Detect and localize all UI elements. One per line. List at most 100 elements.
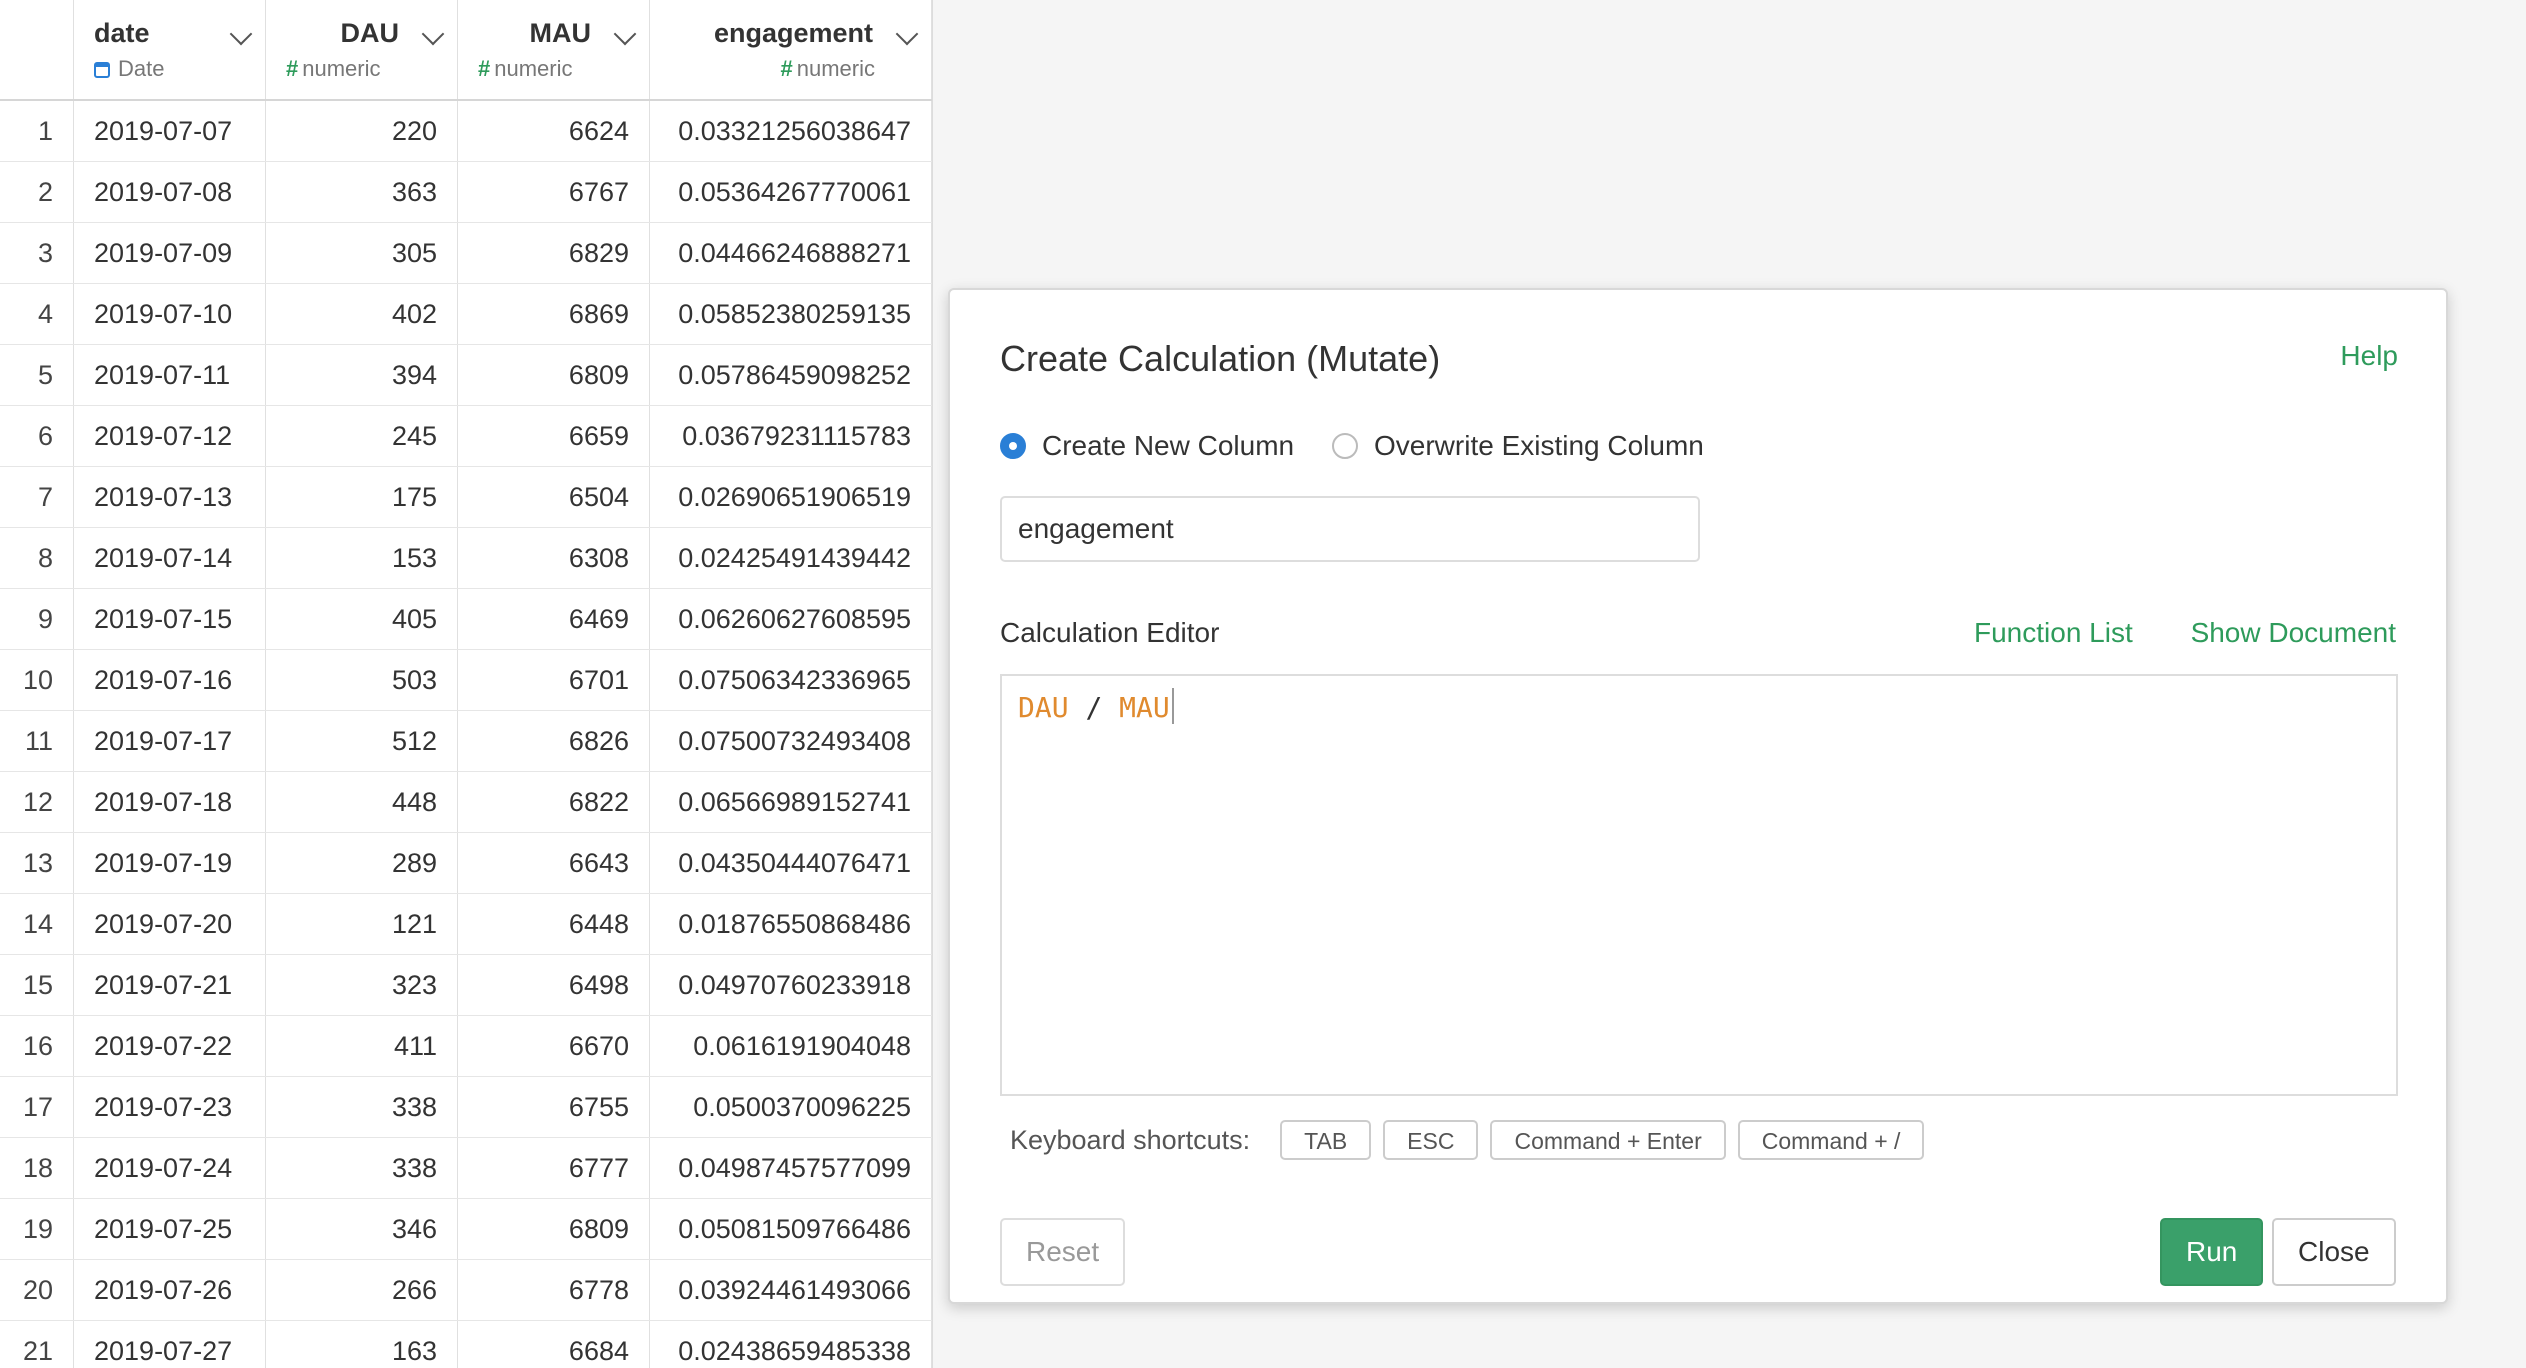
table-row[interactable]: 14 2019-07-20 121 6448 0.01876550868486 <box>0 894 932 955</box>
help-link[interactable]: Help <box>2340 340 2398 372</box>
mau-cell: 6448 <box>458 894 650 954</box>
table-row[interactable]: 9 2019-07-15 405 6469 0.06260627608595 <box>0 589 932 650</box>
table-row[interactable]: 1 2019-07-07 220 6624 0.03321256038647 <box>0 101 932 162</box>
dau-cell: 289 <box>266 833 458 893</box>
dau-cell: 163 <box>266 1321 458 1368</box>
engagement-cell: 0.04466246888271 <box>650 223 932 283</box>
calculation-editor-label: Calculation Editor <box>1000 617 1220 648</box>
dau-cell: 448 <box>266 772 458 832</box>
row-number: 9 <box>0 589 74 649</box>
column-type: # numeric <box>780 56 876 81</box>
chevron-down-icon[interactable] <box>421 22 445 46</box>
dialog-title: Create Calculation (Mutate) <box>1000 338 1441 379</box>
close-button[interactable]: Close <box>2272 1218 2396 1286</box>
table-row[interactable]: 17 2019-07-23 338 6755 0.0500370096225 <box>0 1077 932 1138</box>
engagement-cell: 0.02690651906519 <box>650 467 932 527</box>
table-row[interactable]: 15 2019-07-21 323 6498 0.04970760233918 <box>0 955 932 1016</box>
engagement-cell: 0.02438659485338 <box>650 1321 932 1368</box>
table-row[interactable]: 18 2019-07-24 338 6777 0.04987457577099 <box>0 1138 932 1199</box>
run-button[interactable]: Run <box>2160 1218 2264 1286</box>
show-document-link[interactable]: Show Document <box>2191 617 2396 649</box>
radio-selected-icon[interactable] <box>1000 433 1026 459</box>
shortcut-key: TAB <box>1280 1120 1372 1160</box>
function-list-link[interactable]: Function List <box>1974 617 2133 649</box>
column-name: date <box>94 18 150 48</box>
row-number: 16 <box>0 1016 74 1076</box>
table-row[interactable]: 6 2019-07-12 245 6659 0.03679231115783 <box>0 406 932 467</box>
reset-button[interactable]: Reset <box>1000 1218 1126 1286</box>
date-cell: 2019-07-26 <box>74 1260 266 1320</box>
dau-cell: 305 <box>266 223 458 283</box>
chevron-down-icon[interactable] <box>895 22 919 46</box>
table-row[interactable]: 10 2019-07-16 503 6701 0.07506342336965 <box>0 650 932 711</box>
expression-token-column: MAU <box>1119 691 1170 724</box>
dau-cell: 405 <box>266 589 458 649</box>
table-row[interactable]: 21 2019-07-27 163 6684 0.02438659485338 <box>0 1321 932 1368</box>
engagement-cell: 0.04970760233918 <box>650 955 932 1015</box>
chevron-down-icon[interactable] <box>613 22 637 46</box>
mau-cell: 6869 <box>458 284 650 344</box>
table-row[interactable]: 12 2019-07-18 448 6822 0.06566989152741 <box>0 772 932 833</box>
dau-cell: 153 <box>266 528 458 588</box>
table-row[interactable]: 4 2019-07-10 402 6869 0.05852380259135 <box>0 284 932 345</box>
engagement-cell: 0.07506342336965 <box>650 650 932 710</box>
shortcut-key: Command + Enter <box>1490 1120 1726 1160</box>
dau-cell: 346 <box>266 1199 458 1259</box>
row-number: 4 <box>0 284 74 344</box>
row-number-header <box>0 0 74 99</box>
row-number: 3 <box>0 223 74 283</box>
table-row[interactable]: 2 2019-07-08 363 6767 0.05364267770061 <box>0 162 932 223</box>
table-row[interactable]: 8 2019-07-14 153 6308 0.02425491439442 <box>0 528 932 589</box>
radio-overwrite-existing-column[interactable]: Overwrite Existing Column <box>1332 430 1704 462</box>
mau-cell: 6643 <box>458 833 650 893</box>
engagement-cell: 0.01876550868486 <box>650 894 932 954</box>
engagement-cell: 0.02425491439442 <box>650 528 932 588</box>
radio-create-new-column[interactable]: Create New Column <box>1000 430 1294 462</box>
column-header-mau[interactable]: MAU # numeric <box>458 0 650 99</box>
table-row[interactable]: 20 2019-07-26 266 6778 0.03924461493066 <box>0 1260 932 1321</box>
date-cell: 2019-07-14 <box>74 528 266 588</box>
row-number: 19 <box>0 1199 74 1259</box>
dau-cell: 338 <box>266 1077 458 1137</box>
row-number: 8 <box>0 528 74 588</box>
dau-cell: 363 <box>266 162 458 222</box>
mau-cell: 6670 <box>458 1016 650 1076</box>
row-number: 10 <box>0 650 74 710</box>
date-cell: 2019-07-13 <box>74 467 266 527</box>
date-cell: 2019-07-27 <box>74 1321 266 1368</box>
mau-cell: 6767 <box>458 162 650 222</box>
radio-unselected-icon[interactable] <box>1332 433 1358 459</box>
date-cell: 2019-07-25 <box>74 1199 266 1259</box>
table-row[interactable]: 13 2019-07-19 289 6643 0.04350444076471 <box>0 833 932 894</box>
column-header-dau[interactable]: DAU # numeric <box>266 0 458 99</box>
column-header-engagement[interactable]: engagement # numeric <box>650 0 932 99</box>
table-row[interactable]: 7 2019-07-13 175 6504 0.02690651906519 <box>0 467 932 528</box>
new-column-name-input[interactable]: engagement <box>1000 496 1700 562</box>
engagement-cell: 0.07500732493408 <box>650 711 932 771</box>
table-row[interactable]: 5 2019-07-11 394 6809 0.05786459098252 <box>0 345 932 406</box>
date-cell: 2019-07-23 <box>74 1077 266 1137</box>
engagement-cell: 0.04987457577099 <box>650 1138 932 1198</box>
date-cell: 2019-07-18 <box>74 772 266 832</box>
calculation-editor[interactable]: DAU / MAU <box>1000 674 2398 1096</box>
date-cell: 2019-07-12 <box>74 406 266 466</box>
table-row[interactable]: 19 2019-07-25 346 6809 0.05081509766486 <box>0 1199 932 1260</box>
mau-cell: 6624 <box>458 101 650 161</box>
expression-token-column: DAU <box>1018 691 1069 724</box>
mau-cell: 6498 <box>458 955 650 1015</box>
engagement-cell: 0.04350444076471 <box>650 833 932 893</box>
engagement-cell: 0.05081509766486 <box>650 1199 932 1259</box>
table-row[interactable]: 3 2019-07-09 305 6829 0.04466246888271 <box>0 223 932 284</box>
date-cell: 2019-07-10 <box>74 284 266 344</box>
table-row[interactable]: 11 2019-07-17 512 6826 0.07500732493408 <box>0 711 932 772</box>
engagement-cell: 0.03924461493066 <box>650 1260 932 1320</box>
chevron-down-icon[interactable] <box>229 22 253 46</box>
table-row[interactable]: 16 2019-07-22 411 6670 0.0616191904048 <box>0 1016 932 1077</box>
column-type: # numeric <box>478 56 573 81</box>
row-number: 11 <box>0 711 74 771</box>
date-cell: 2019-07-21 <box>74 955 266 1015</box>
row-number: 2 <box>0 162 74 222</box>
column-header-date[interactable]: date Date <box>74 0 266 99</box>
keyboard-shortcuts: Keyboard shortcuts: TAB ESC Command + En… <box>1010 1120 1936 1160</box>
expression-token-operator: / <box>1085 691 1103 724</box>
